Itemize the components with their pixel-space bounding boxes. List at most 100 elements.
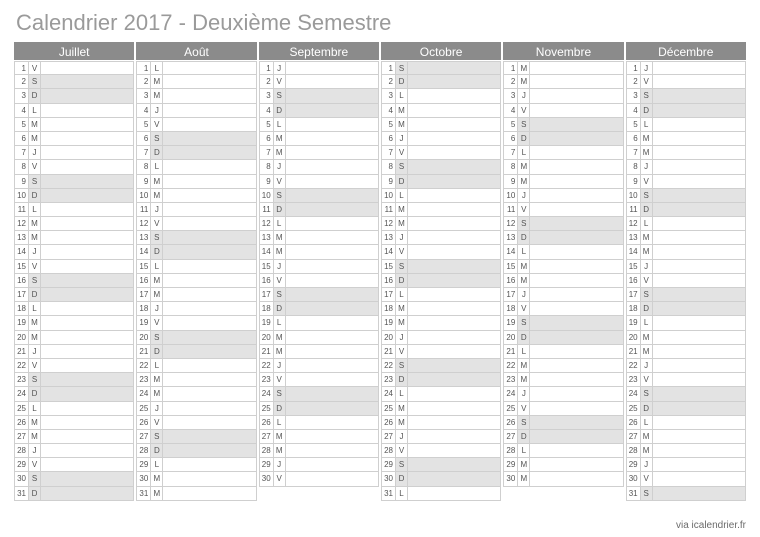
day-number: 26 <box>137 416 151 429</box>
day-row: 18J <box>136 302 256 316</box>
day-row: 11V <box>503 203 623 217</box>
day-number: 8 <box>137 160 151 173</box>
day-row: 27M <box>259 430 379 444</box>
day-letter: D <box>151 444 163 457</box>
day-number: 2 <box>504 75 518 88</box>
day-letter: L <box>274 118 286 131</box>
day-row: 9M <box>503 175 623 189</box>
day-cell <box>41 302 133 315</box>
day-row: 18D <box>259 302 379 316</box>
day-number: 11 <box>504 203 518 216</box>
day-letter: M <box>518 75 530 88</box>
day-row: 7J <box>14 146 134 160</box>
day-letter: D <box>518 132 530 145</box>
day-letter: V <box>29 260 41 273</box>
day-number: 10 <box>15 189 29 202</box>
day-letter: D <box>396 75 408 88</box>
day-cell <box>530 472 622 485</box>
day-number: 13 <box>137 231 151 244</box>
day-number: 23 <box>382 373 396 386</box>
day-number: 1 <box>627 62 641 74</box>
day-row: 4L <box>14 104 134 118</box>
day-cell <box>163 146 255 159</box>
day-letter: L <box>29 104 41 117</box>
day-letter: D <box>29 387 41 400</box>
day-letter: M <box>29 430 41 443</box>
day-letter: S <box>396 458 408 471</box>
day-row: 25L <box>14 402 134 416</box>
day-letter: V <box>29 160 41 173</box>
day-cell <box>41 458 133 471</box>
day-cell <box>653 62 745 74</box>
day-number: 17 <box>137 288 151 301</box>
day-letter: M <box>396 302 408 315</box>
day-cell <box>408 472 500 485</box>
day-row: 16D <box>381 274 501 288</box>
day-cell <box>163 217 255 230</box>
day-letter: L <box>641 217 653 230</box>
day-number: 12 <box>627 217 641 230</box>
day-letter: M <box>641 430 653 443</box>
day-letter: V <box>641 175 653 188</box>
day-row: 24J <box>503 387 623 401</box>
day-row: 5L <box>259 118 379 132</box>
day-number: 27 <box>504 430 518 443</box>
day-cell <box>408 62 500 74</box>
day-row: 5L <box>626 118 746 132</box>
day-cell <box>408 430 500 443</box>
day-cell <box>653 118 745 131</box>
day-cell <box>286 359 378 372</box>
day-letter: L <box>29 302 41 315</box>
day-number: 28 <box>627 444 641 457</box>
day-row: 31D <box>14 487 134 501</box>
day-number: 19 <box>504 316 518 329</box>
day-letter: L <box>641 316 653 329</box>
day-row: 22J <box>259 359 379 373</box>
day-row: 14J <box>14 245 134 259</box>
day-number: 27 <box>260 430 274 443</box>
day-row: 27M <box>626 430 746 444</box>
day-number: 8 <box>15 160 29 173</box>
day-letter: J <box>641 359 653 372</box>
day-number: 16 <box>260 274 274 287</box>
day-letter: J <box>641 458 653 471</box>
day-cell <box>530 444 622 457</box>
day-number: 2 <box>627 75 641 88</box>
day-cell <box>653 288 745 301</box>
day-cell <box>408 316 500 329</box>
day-cell <box>41 472 133 485</box>
day-cell <box>530 231 622 244</box>
day-row: 22S <box>381 359 501 373</box>
day-letter: L <box>29 402 41 415</box>
day-row: 15M <box>503 260 623 274</box>
day-cell <box>653 331 745 344</box>
day-number: 18 <box>260 302 274 315</box>
day-row: 4D <box>259 104 379 118</box>
day-number: 21 <box>137 345 151 358</box>
day-row: 13M <box>259 231 379 245</box>
day-cell <box>408 487 500 500</box>
day-cell <box>408 416 500 429</box>
day-row: 24S <box>626 387 746 401</box>
day-cell <box>286 472 378 485</box>
day-cell <box>408 345 500 358</box>
day-number: 3 <box>382 89 396 102</box>
day-number: 21 <box>260 345 274 358</box>
day-number: 20 <box>15 331 29 344</box>
day-number: 9 <box>15 175 29 188</box>
day-letter: S <box>274 387 286 400</box>
day-row: 19S <box>503 316 623 330</box>
day-row: 2D <box>381 75 501 89</box>
day-row: 24S <box>259 387 379 401</box>
day-cell <box>653 345 745 358</box>
day-letter: M <box>396 104 408 117</box>
day-row: 23M <box>503 373 623 387</box>
day-row: 29J <box>626 458 746 472</box>
day-letter: J <box>518 189 530 202</box>
day-number: 18 <box>627 302 641 315</box>
day-cell <box>408 104 500 117</box>
day-letter: S <box>641 288 653 301</box>
day-number: 2 <box>260 75 274 88</box>
day-cell <box>408 175 500 188</box>
day-row: 20J <box>381 331 501 345</box>
